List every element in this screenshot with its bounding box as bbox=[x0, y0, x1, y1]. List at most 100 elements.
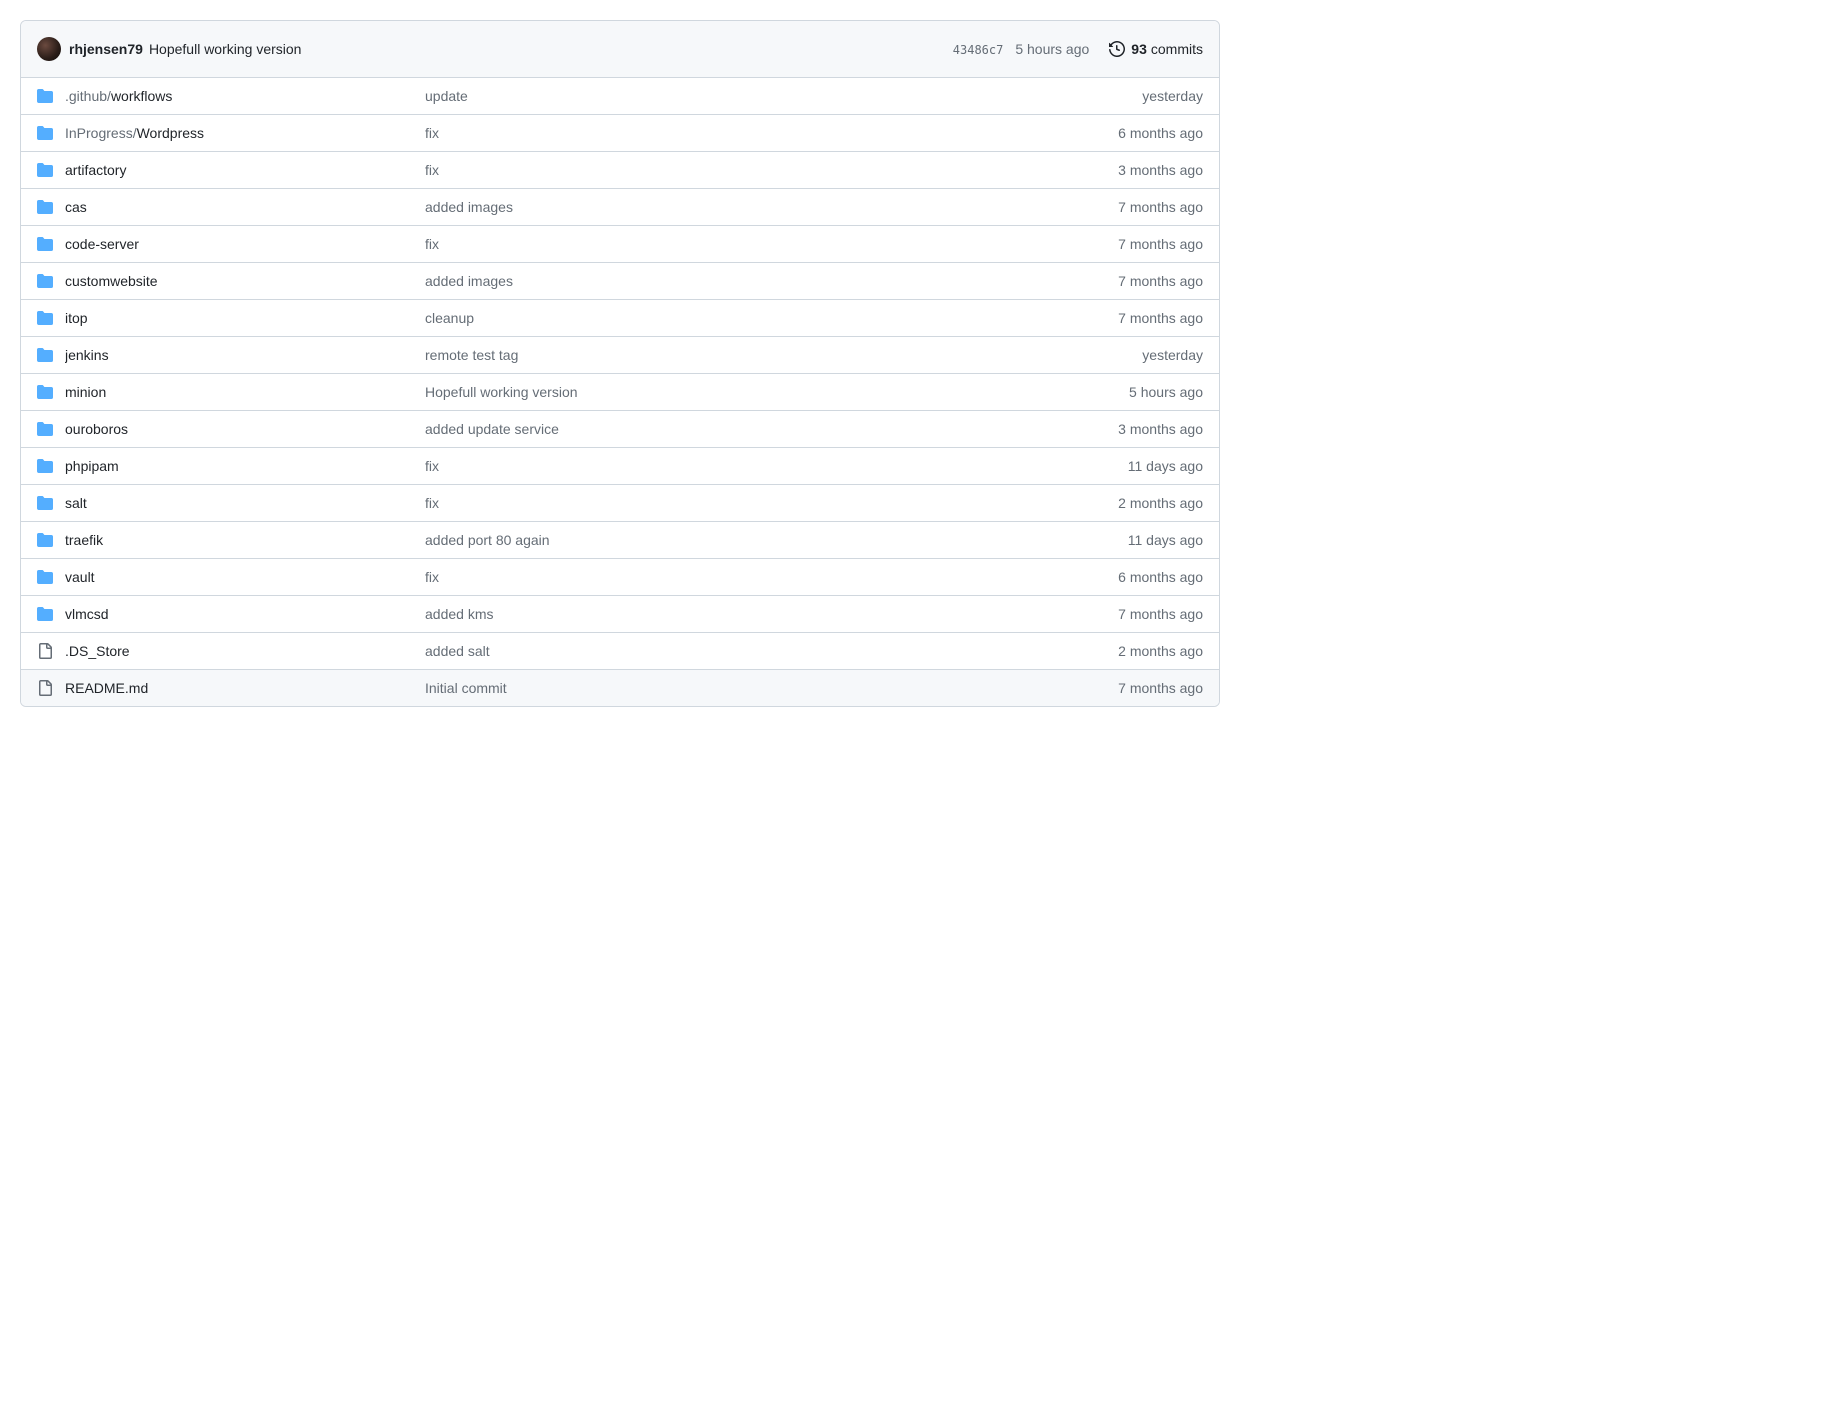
file-name-text: jenkins bbox=[65, 347, 109, 363]
file-name[interactable]: vlmcsd bbox=[65, 606, 425, 622]
commit-hash-link[interactable]: 43486c7 bbox=[953, 41, 1016, 57]
commit-message[interactable]: fix bbox=[425, 569, 1043, 585]
table-row: code-serverfix7 months ago bbox=[21, 225, 1219, 262]
file-age: 7 months ago bbox=[1043, 310, 1203, 326]
file-name-text: vlmcsd bbox=[65, 606, 109, 622]
folder-icon bbox=[37, 421, 65, 437]
folder-icon bbox=[37, 125, 65, 141]
file-name-text: vault bbox=[65, 569, 95, 585]
commit-message[interactable]: fix bbox=[425, 458, 1043, 474]
table-row: InProgress/Wordpressfix6 months ago bbox=[21, 114, 1219, 151]
file-name[interactable]: README.md bbox=[65, 680, 425, 696]
path-prefix: InProgress/ bbox=[65, 125, 137, 141]
commit-time: 5 hours ago bbox=[1015, 41, 1089, 57]
file-name[interactable]: phpipam bbox=[65, 458, 425, 474]
file-name[interactable]: code-server bbox=[65, 236, 425, 252]
folder-icon bbox=[37, 310, 65, 326]
path-prefix: .github/ bbox=[65, 88, 111, 104]
file-rows-container: .github/workflowsupdateyesterdayInProgre… bbox=[21, 78, 1219, 706]
file-name[interactable]: itop bbox=[65, 310, 425, 326]
file-name[interactable]: .DS_Store bbox=[65, 643, 425, 659]
file-name-text: code-server bbox=[65, 236, 139, 252]
folder-icon bbox=[37, 273, 65, 289]
file-name[interactable]: customwebsite bbox=[65, 273, 425, 289]
file-name[interactable]: ouroboros bbox=[65, 421, 425, 437]
author-name: rhjensen79 bbox=[69, 41, 143, 57]
file-age: 7 months ago bbox=[1043, 606, 1203, 622]
table-row: jenkins remote test tagyesterday bbox=[21, 336, 1219, 373]
file-age: 11 days ago bbox=[1043, 532, 1203, 548]
commit-message[interactable]: added port 80 again bbox=[425, 532, 1043, 548]
author-link[interactable]: rhjensen79 bbox=[69, 41, 149, 57]
commit-message[interactable]: Initial commit bbox=[425, 680, 1043, 696]
file-name-text: .DS_Store bbox=[65, 643, 130, 659]
commit-message[interactable]: update bbox=[425, 88, 1043, 104]
commit-message[interactable]: fix bbox=[425, 125, 1043, 141]
commit-message[interactable]: added images bbox=[425, 199, 1043, 215]
commit-message[interactable]: added update service bbox=[425, 421, 1043, 437]
file-age: 7 months ago bbox=[1043, 199, 1203, 215]
folder-icon bbox=[37, 606, 65, 622]
file-name-text: customwebsite bbox=[65, 273, 158, 289]
folder-icon bbox=[37, 495, 65, 511]
file-name-text: workflows bbox=[111, 88, 172, 104]
folder-icon bbox=[37, 236, 65, 252]
commit-message[interactable]: added kms bbox=[425, 606, 1043, 622]
file-name[interactable]: salt bbox=[65, 495, 425, 511]
commits-history-link[interactable]: 93 commits bbox=[1109, 41, 1203, 57]
commit-message-link[interactable]: Hopefull working version bbox=[149, 41, 302, 57]
commit-message[interactable]: fix bbox=[425, 495, 1043, 511]
file-age: 6 months ago bbox=[1043, 125, 1203, 141]
table-row: artifactory fix3 months ago bbox=[21, 151, 1219, 188]
file-name[interactable]: InProgress/Wordpress bbox=[65, 125, 425, 141]
file-age: 7 months ago bbox=[1043, 680, 1203, 696]
commit-message: Hopefull working version bbox=[149, 41, 302, 57]
table-row: README.md Initial commit7 months ago bbox=[21, 669, 1219, 706]
commit-message[interactable]: Hopefull working version bbox=[425, 384, 1043, 400]
file-age: yesterday bbox=[1043, 347, 1203, 363]
file-age: 6 months ago bbox=[1043, 569, 1203, 585]
file-name-text: phpipam bbox=[65, 458, 119, 474]
file-age: 7 months ago bbox=[1043, 273, 1203, 289]
file-name-text: traefik bbox=[65, 532, 103, 548]
file-name-text: minion bbox=[65, 384, 106, 400]
avatar[interactable] bbox=[37, 37, 61, 61]
file-age: yesterday bbox=[1043, 88, 1203, 104]
file-listing-box: rhjensen79 Hopefull working version 4348… bbox=[20, 20, 1220, 707]
table-row: phpipamfix11 days ago bbox=[21, 447, 1219, 484]
folder-icon bbox=[37, 162, 65, 178]
file-name-text: artifactory bbox=[65, 162, 126, 178]
commit-message[interactable]: fix bbox=[425, 162, 1043, 178]
file-name[interactable]: cas bbox=[65, 199, 425, 215]
folder-icon bbox=[37, 569, 65, 585]
file-name[interactable]: .github/workflows bbox=[65, 88, 425, 104]
commit-message[interactable]: added salt bbox=[425, 643, 1043, 659]
file-name[interactable]: artifactory bbox=[65, 162, 425, 178]
table-row: saltfix2 months ago bbox=[21, 484, 1219, 521]
file-icon bbox=[37, 643, 65, 659]
commit-message[interactable]: cleanup bbox=[425, 310, 1043, 326]
commit-message[interactable]: remote test tag bbox=[425, 347, 1043, 363]
file-name-text: itop bbox=[65, 310, 88, 326]
file-name[interactable]: vault bbox=[65, 569, 425, 585]
file-age: 5 hours ago bbox=[1043, 384, 1203, 400]
folder-icon bbox=[37, 88, 65, 104]
commit-message[interactable]: fix bbox=[425, 236, 1043, 252]
table-row: ouroborosadded update service3 months ag… bbox=[21, 410, 1219, 447]
table-row: customwebsite added images7 months ago bbox=[21, 262, 1219, 299]
file-name-text: Wordpress bbox=[137, 125, 204, 141]
file-age: 3 months ago bbox=[1043, 162, 1203, 178]
file-name-text: cas bbox=[65, 199, 87, 215]
table-row: .DS_Storeadded salt2 months ago bbox=[21, 632, 1219, 669]
file-name[interactable]: jenkins bbox=[65, 347, 425, 363]
commit-message[interactable]: added images bbox=[425, 273, 1043, 289]
table-row: .github/workflowsupdateyesterday bbox=[21, 78, 1219, 114]
commits-count: 93 bbox=[1131, 41, 1147, 57]
file-name-text: README.md bbox=[65, 680, 148, 696]
file-name[interactable]: minion bbox=[65, 384, 425, 400]
file-name[interactable]: traefik bbox=[65, 532, 425, 548]
folder-icon bbox=[37, 384, 65, 400]
file-age: 3 months ago bbox=[1043, 421, 1203, 437]
folder-icon bbox=[37, 199, 65, 215]
file-name-text: salt bbox=[65, 495, 87, 511]
